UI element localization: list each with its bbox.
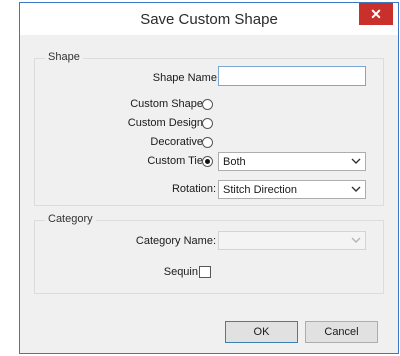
rotation-select-value: Stitch Direction [223,184,297,196]
cancel-button[interactable]: Cancel [305,321,378,343]
sequin-checkbox[interactable] [199,266,211,278]
ok-button[interactable]: OK [225,321,298,343]
rotation-select[interactable]: Stitch Direction [218,180,366,199]
dialog-title: Save Custom Shape [140,11,278,28]
chevron-down-icon [351,237,361,243]
custom-tie-label: Custom Tie [147,155,203,167]
category-name-select[interactable] [218,231,366,250]
chevron-down-icon [351,186,361,192]
ok-button-label: OK [253,326,270,338]
save-custom-shape-dialog: Save Custom Shape ✕ Shape Shape Name: Cu… [19,2,399,354]
category-group: Category Category Name: Sequin [34,213,384,294]
shape-group-label: Shape [45,51,83,63]
custom-design-radio[interactable] [202,118,213,129]
category-name-label: Category Name: [135,235,216,247]
shape-name-input[interactable] [218,66,366,86]
tie-select[interactable]: Both [218,152,366,171]
custom-design-label: Custom Design [127,117,203,129]
shape-group: Shape Shape Name: Custom Shape Custom De… [34,51,384,206]
rotation-label: Rotation: [171,183,216,195]
custom-shape-radio[interactable] [202,99,213,110]
decorative-radio[interactable] [202,137,213,148]
title-bar: Save Custom Shape ✕ [20,3,398,35]
sequin-label: Sequin [163,266,198,278]
close-button[interactable]: ✕ [359,3,393,25]
custom-tie-radio[interactable] [202,156,213,167]
close-icon: ✕ [370,5,382,22]
chevron-down-icon [351,158,361,164]
decorative-label: Decorative [150,136,203,148]
cancel-button-label: Cancel [324,326,359,338]
category-group-label: Category [45,213,96,225]
custom-shape-label: Custom Shape [130,98,203,110]
shape-name-label: Shape Name: [152,72,220,84]
tie-select-value: Both [223,156,246,168]
